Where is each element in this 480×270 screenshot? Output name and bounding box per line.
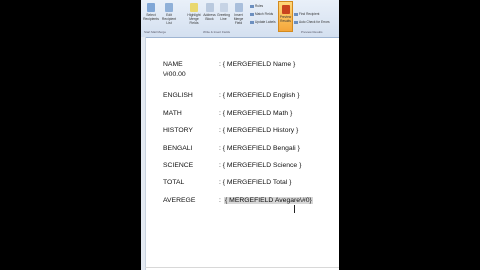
highlight-merge-fields-label: Highlight Merge Fields: [187, 13, 201, 25]
address-block-button[interactable]: Address Block: [203, 3, 216, 21]
group-label-preview: Preview Results: [301, 30, 323, 34]
label-math: MATH: [163, 110, 182, 117]
label-format-switch: \#00.00: [163, 71, 186, 78]
greeting-line-button[interactable]: Greeting Line: [217, 3, 230, 21]
edit-list-icon: [165, 3, 173, 12]
label-bengali: BENGALI: [163, 145, 193, 152]
preview-results-label: Preview Results: [279, 15, 292, 23]
edit-recipient-list-button[interactable]: Edit Recipient List: [161, 3, 177, 25]
mergefield-total[interactable]: : { MERGEFIELD Total }: [219, 179, 291, 186]
address-block-label: Address Block: [203, 13, 216, 21]
select-recipients-button[interactable]: Select Recipients: [143, 3, 159, 21]
label-science: SCIENCE: [163, 162, 194, 169]
label-total: TOTAL: [163, 179, 185, 186]
mergefield-average-selected[interactable]: { MERGEFIELD Avegare\#0}: [224, 197, 313, 204]
rules-icon: [250, 4, 254, 8]
auto-check-errors-label: Auto Check for Errors: [299, 20, 330, 24]
find-recipient-label: Find Recipient: [299, 12, 320, 16]
preview-icon: [281, 5, 290, 14]
edit-recipient-list-label: Edit Recipient List: [161, 13, 177, 25]
select-recipients-label: Select Recipients: [143, 13, 159, 21]
match-fields-icon: [250, 12, 254, 16]
label-history: HISTORY: [163, 127, 193, 134]
mergefield-average-prefix: :: [219, 197, 221, 204]
letterbox-left: [0, 0, 141, 270]
highlight-merge-fields-button[interactable]: Highlight Merge Fields: [186, 3, 202, 25]
mergefield-history[interactable]: : { MERGEFIELD History }: [219, 127, 298, 134]
preview-results-button[interactable]: Preview Results: [278, 1, 293, 32]
label-english: ENGLISH: [163, 92, 193, 99]
match-fields-button[interactable]: Match Fields: [250, 12, 273, 16]
update-labels-button[interactable]: Update Labels: [250, 20, 276, 24]
letterbox-right: [339, 0, 480, 270]
mergefield-english[interactable]: : { MERGEFIELD English }: [219, 92, 299, 99]
mergefield-science[interactable]: : { MERGEFIELD Science }: [219, 162, 301, 169]
find-icon: [294, 12, 298, 16]
mailings-ribbon: Select Recipients Edit Recipient List Hi…: [141, 0, 339, 38]
page-bottom-line: [145, 267, 339, 268]
update-labels-label: Update Labels: [255, 20, 276, 24]
match-fields-label: Match Fields: [255, 12, 274, 16]
find-recipient-button[interactable]: Find Recipient: [294, 12, 319, 16]
check-errors-icon: [294, 20, 298, 24]
recipients-icon: [147, 3, 155, 12]
mergefield-name[interactable]: : { MERGEFIELD Name }: [219, 61, 295, 68]
word-window: Select Recipients Edit Recipient List Hi…: [141, 0, 339, 270]
label-average: AVEREGE: [163, 197, 196, 204]
update-labels-icon: [250, 20, 254, 24]
greeting-line-label: Greeting Line: [217, 13, 231, 21]
greeting-line-icon: [219, 3, 228, 12]
mergefield-math[interactable]: : { MERGEFIELD Math }: [219, 110, 292, 117]
address-block-icon: [205, 3, 214, 12]
mergefield-bengali[interactable]: : { MERGEFIELD Bengali }: [219, 145, 300, 152]
insert-field-icon: [234, 3, 243, 12]
insert-merge-field-button[interactable]: Insert Merge Field: [231, 3, 246, 25]
highlight-icon: [190, 3, 198, 12]
rules-label: Rules: [255, 4, 264, 8]
text-cursor: [294, 205, 295, 213]
insert-merge-field-label: Insert Merge Field: [233, 13, 244, 25]
rules-button[interactable]: Rules: [250, 4, 263, 8]
video-frame: Select Recipients Edit Recipient List Hi…: [0, 0, 480, 270]
group-label-write: Write & Insert Fields: [203, 30, 230, 34]
document-page[interactable]: NAME : { MERGEFIELD Name } \#00.00 ENGLI…: [141, 38, 339, 270]
auto-check-errors-button[interactable]: Auto Check for Errors: [294, 20, 330, 24]
label-name: NAME: [163, 61, 183, 68]
group-label-start: Start Mail Merge: [144, 30, 167, 34]
